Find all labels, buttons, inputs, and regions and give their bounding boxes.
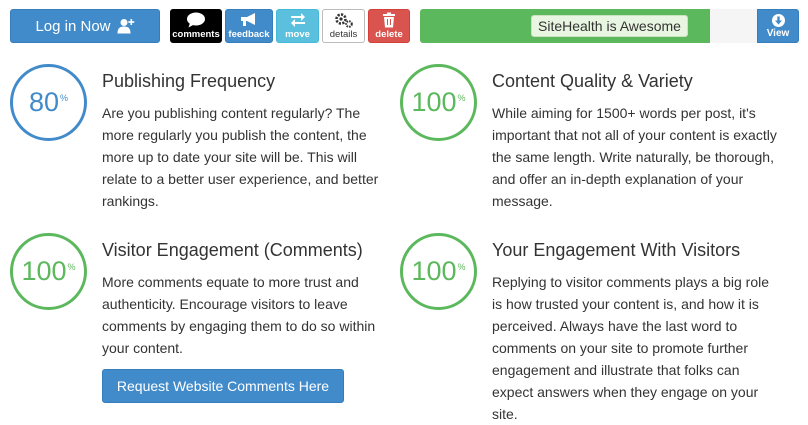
swap-arrows-icon (290, 13, 305, 27)
score-value: 100 (411, 87, 457, 117)
feedback-label: feedback (228, 29, 270, 40)
details-button[interactable]: details (322, 9, 365, 43)
section-body: Replying to visitor comments plays a big… (492, 274, 770, 422)
section-title: Visitor Engagement (Comments) (102, 240, 363, 260)
toolbar: Log in Now comments feedback move detail… (0, 0, 808, 50)
section-body: More comments equate to more trust and a… (102, 274, 376, 356)
megaphone-icon (241, 13, 255, 26)
view-button[interactable]: View (757, 9, 799, 43)
trash-icon (383, 12, 395, 27)
site-health-bar: SiteHealth is Awesome (420, 9, 757, 43)
move-label: move (285, 29, 310, 40)
request-comments-button[interactable]: Request Website Comments Here (102, 369, 344, 403)
score-unit: % (60, 93, 69, 103)
score-value: 100 (21, 256, 67, 286)
feedback-button[interactable]: feedback (225, 9, 273, 43)
score-circle: 100 % (10, 233, 87, 310)
login-button[interactable]: Log in Now (10, 9, 160, 43)
download-circle-icon (771, 13, 785, 27)
add-user-icon (117, 19, 134, 34)
score-value: 80 (28, 87, 60, 117)
delete-label: delete (375, 29, 403, 40)
gears-icon (334, 12, 353, 28)
score-circle: 80 % (10, 64, 87, 141)
section-title: Content Quality & Variety (492, 71, 693, 91)
move-button[interactable]: move (276, 9, 319, 43)
comments-label: comments (172, 29, 220, 40)
section-body: While aiming for 1500+ words per post, i… (492, 105, 777, 209)
section-body: Are you publishing content regularly? Th… (102, 105, 379, 209)
score-unit: % (457, 262, 466, 272)
score-unit: % (67, 262, 76, 272)
comments-button[interactable]: comments (170, 9, 222, 43)
delete-button[interactable]: delete (368, 9, 410, 43)
score-unit: % (457, 93, 466, 103)
login-label: Log in Now (35, 17, 111, 35)
score-circle: 100 % (400, 64, 477, 141)
details-label: details (329, 29, 358, 40)
view-label: View (766, 27, 790, 39)
speech-bubble-icon (187, 12, 205, 27)
section-title: Your Engagement With Visitors (492, 240, 741, 260)
score-circle: 100 % (400, 233, 477, 310)
site-health-label: SiteHealth is Awesome (531, 15, 688, 37)
score-value: 100 (411, 256, 457, 286)
section-title: Publishing Frequency (102, 71, 276, 91)
